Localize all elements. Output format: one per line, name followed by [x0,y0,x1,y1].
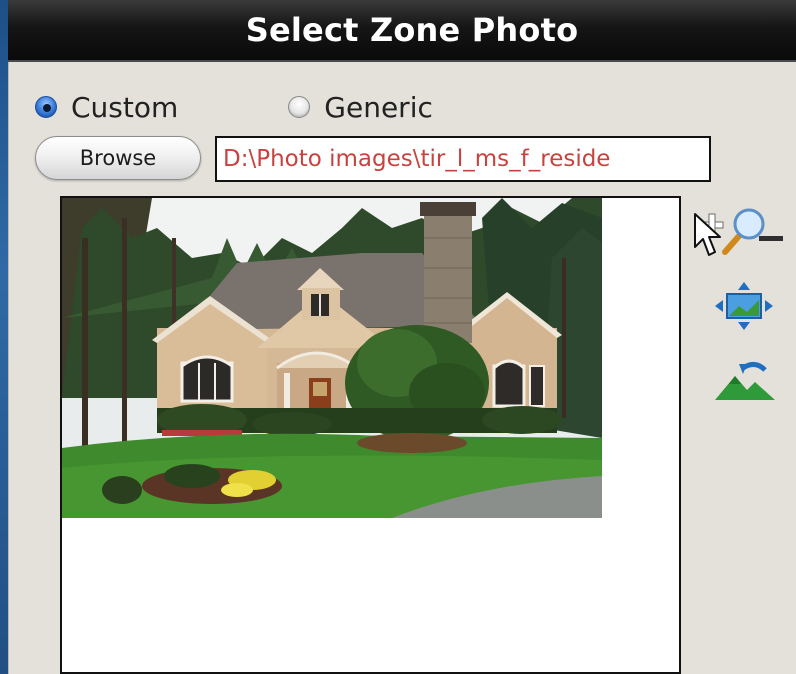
house-photo [62,198,602,518]
reset-image-tool-button[interactable] [707,354,779,410]
window-title: Select Zone Photo [245,11,579,49]
fit-image-tool-button[interactable] [707,278,777,334]
photo-source-radio-group: Custom Generic [35,90,433,124]
select-zone-photo-dialog: Custom Generic Browse [8,62,796,674]
custom-radio-label: Custom [71,90,179,124]
photo-path-field[interactable] [215,136,711,182]
zoom-in-out-icon [700,208,783,255]
custom-radio-button[interactable] [35,96,57,118]
radio-selected-dot [43,104,51,112]
browse-button[interactable]: Browse [35,136,201,180]
fit-to-window-icon [715,282,773,330]
zoom-tool-button[interactable] [699,202,787,262]
generic-radio-option[interactable]: Generic [288,91,433,124]
custom-radio-option[interactable]: Custom [35,91,178,124]
generic-radio-button[interactable] [288,96,311,118]
title-bar: Select Zone Photo [8,0,796,62]
photo-preview-panel [60,196,681,674]
generic-radio-label: Generic [324,90,433,124]
reset-landscape-icon [715,362,775,400]
